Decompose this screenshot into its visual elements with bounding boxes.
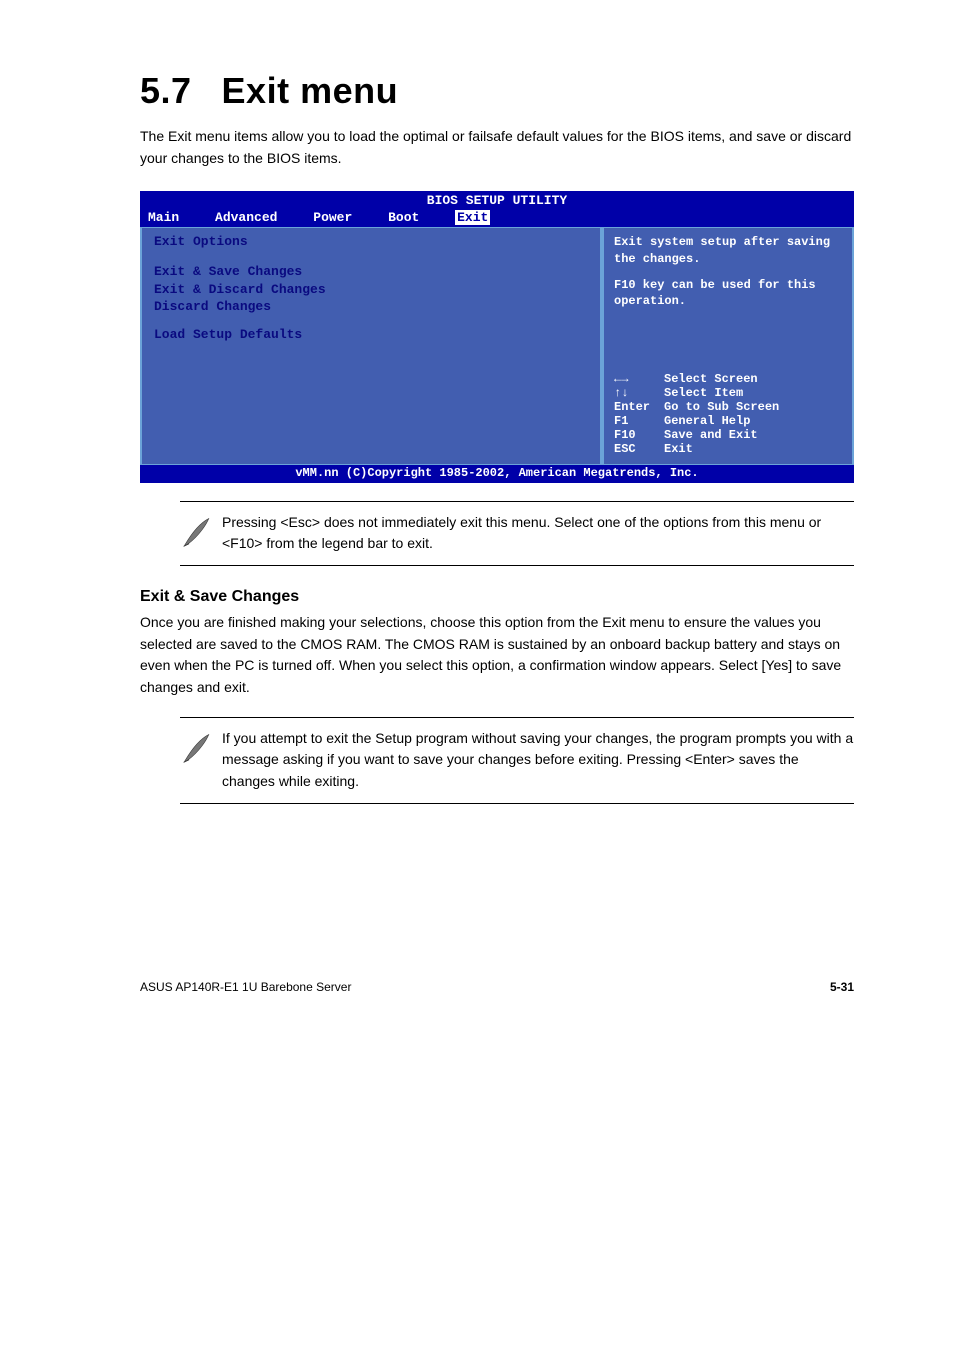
note-icon <box>180 728 222 771</box>
nav-key-ud: ↑↓ <box>614 386 664 400</box>
bios-tab-bar: Main Advanced Power Boot Exit <box>140 208 854 227</box>
note-icon <box>180 512 222 555</box>
help-line-1: Exit system setup after saving the chang… <box>614 234 844 266</box>
chapter-heading: 5.7 Exit menu <box>140 70 854 112</box>
bios-window: BIOS SETUP UTILITY Main Advanced Power B… <box>140 191 854 482</box>
tab-main[interactable]: Main <box>148 210 179 225</box>
chapter-title-text: Exit menu <box>222 70 399 111</box>
nav-key-f10: F10 <box>614 428 664 442</box>
section-heading: Exit & Save Changes <box>140 588 854 606</box>
tab-exit[interactable]: Exit <box>455 210 490 225</box>
menu-exit-save[interactable]: Exit & Save Changes <box>154 263 590 281</box>
quill-icon <box>180 514 216 550</box>
nav-label-save-exit: Save and Exit <box>664 428 758 442</box>
tab-boot[interactable]: Boot <box>388 210 419 225</box>
nav-label-exit: Exit <box>664 442 693 456</box>
nav-label-sub-screen: Go to Sub Screen <box>664 400 779 414</box>
chapter-number: 5.7 <box>140 70 192 111</box>
bios-title: BIOS SETUP UTILITY <box>140 191 854 208</box>
note-text-1: Pressing <Esc> does not immediately exit… <box>222 512 854 555</box>
note-text-2: If you attempt to exit the Setup program… <box>222 728 854 793</box>
bios-left-pane: Exit Options Exit & Save Changes Exit & … <box>140 228 602 463</box>
quill-icon <box>180 730 216 766</box>
nav-key-lr: ←→ <box>614 372 664 386</box>
bios-footer: vMM.nn (C)Copyright 1985-2002, American … <box>140 465 854 483</box>
bios-body: Exit Options Exit & Save Changes Exit & … <box>140 227 854 464</box>
footer-page-number: 5-31 <box>830 980 854 994</box>
nav-label-help: General Help <box>664 414 750 428</box>
menu-discard[interactable]: Discard Changes <box>154 298 590 316</box>
bios-nav-legend: ←→Select Screen ↑↓Select Item EnterGo to… <box>614 372 844 456</box>
tab-advanced[interactable]: Advanced <box>215 210 277 225</box>
note-block-2: If you attempt to exit the Setup program… <box>180 717 854 804</box>
help-line-2: F10 key can be used for this operation. <box>614 277 844 309</box>
menu-load-defaults[interactable]: Load Setup Defaults <box>154 326 590 344</box>
nav-key-esc: ESC <box>614 442 664 456</box>
exit-options-heading: Exit Options <box>154 234 590 249</box>
nav-label-select-item: Select Item <box>664 386 743 400</box>
footer-left: ASUS AP140R-E1 1U Barebone Server <box>140 980 351 994</box>
nav-label-select-screen: Select Screen <box>664 372 758 386</box>
menu-exit-discard[interactable]: Exit & Discard Changes <box>154 281 590 299</box>
tab-power[interactable]: Power <box>313 210 352 225</box>
nav-key-f1: F1 <box>614 414 664 428</box>
page-footer: ASUS AP140R-E1 1U Barebone Server 5-31 <box>140 974 854 994</box>
bios-help-pane: Exit system setup after saving the chang… <box>602 228 854 463</box>
section-paragraph: Once you are finished making your select… <box>140 612 854 699</box>
nav-key-enter: Enter <box>614 400 664 414</box>
note-block-1: Pressing <Esc> does not immediately exit… <box>180 501 854 566</box>
intro-paragraph: The Exit menu items allow you to load th… <box>140 126 854 169</box>
